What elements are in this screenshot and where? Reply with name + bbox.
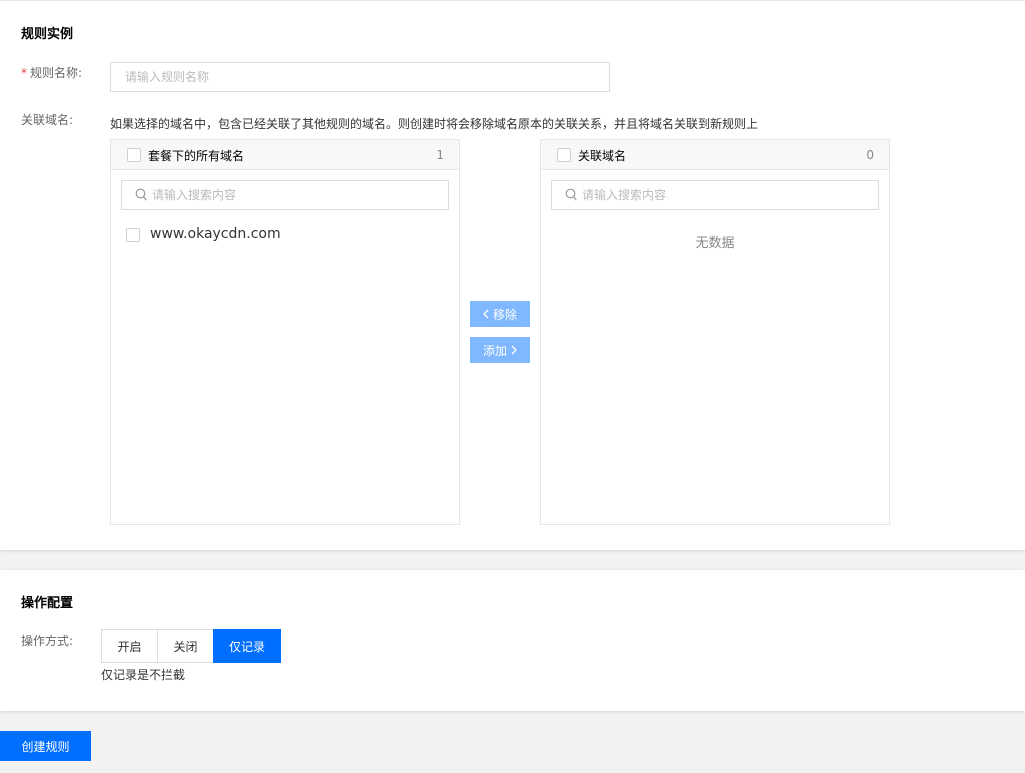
source-search-box[interactable]	[121, 180, 449, 210]
remove-button-label: 移除	[492, 307, 517, 322]
rule-section-title: 规则实例	[21, 27, 74, 42]
mode-option-off[interactable]: 关闭	[157, 629, 214, 663]
rule-name-label-text: 规则名称:	[30, 66, 83, 80]
target-panel-title: 关联域名	[578, 149, 627, 163]
target-search-box[interactable]	[551, 180, 879, 210]
target-search-input[interactable]	[582, 181, 872, 209]
domain-item-label: www.okaycdn.com	[150, 226, 281, 242]
source-panel-title: 套餐下的所有域名	[148, 149, 245, 163]
op-mode-label: 操作方式:	[21, 634, 74, 648]
chevron-right-icon	[511, 345, 517, 355]
source-domain-panel: 套餐下的所有域名 1 www.okaycdn.com	[110, 139, 460, 525]
target-select-all-checkbox[interactable]	[557, 148, 571, 162]
rule-name-input[interactable]	[110, 62, 610, 92]
domain-hint: 如果选择的域名中，包含已经关联了其他规则的域名。则创建时将会移除域名原本的关联关…	[110, 117, 759, 131]
mode-note: 仅记录是不拦截	[101, 668, 186, 682]
empty-state-text: 无数据	[695, 236, 735, 251]
required-mark: *	[21, 66, 27, 80]
target-domain-panel: 关联域名 0 无数据	[540, 139, 890, 525]
create-rule-button[interactable]: 创建规则	[0, 731, 91, 761]
rule-name-label: * 规则名称:	[21, 64, 82, 81]
target-panel-header: 关联域名 0	[541, 140, 889, 170]
mode-option-log-only[interactable]: 仅记录	[213, 629, 281, 663]
source-select-all-checkbox[interactable]	[127, 148, 141, 162]
search-icon	[565, 188, 577, 201]
source-panel-header: 套餐下的所有域名 1	[111, 140, 459, 170]
op-section-title: 操作配置	[21, 596, 74, 611]
chevron-left-icon	[483, 309, 489, 319]
source-panel-count: 1	[436, 148, 444, 162]
target-panel-count: 0	[866, 148, 874, 162]
rule-instance-card: 规则实例 *规则名称: 关联域名: 如果选择的域名中，包含已经关联了其他规则的域…	[0, 0, 1025, 550]
add-button-label: 添加	[482, 343, 507, 358]
source-search-input[interactable]	[152, 181, 442, 209]
domain-item-checkbox[interactable]	[126, 228, 140, 242]
search-icon	[135, 188, 147, 201]
mode-option-on[interactable]: 开启	[101, 629, 158, 663]
list-item[interactable]: www.okaycdn.com	[126, 226, 426, 244]
domain-label: 关联域名:	[21, 113, 74, 127]
remove-button[interactable]: 移除	[470, 301, 530, 327]
add-button[interactable]: 添加	[470, 337, 530, 363]
